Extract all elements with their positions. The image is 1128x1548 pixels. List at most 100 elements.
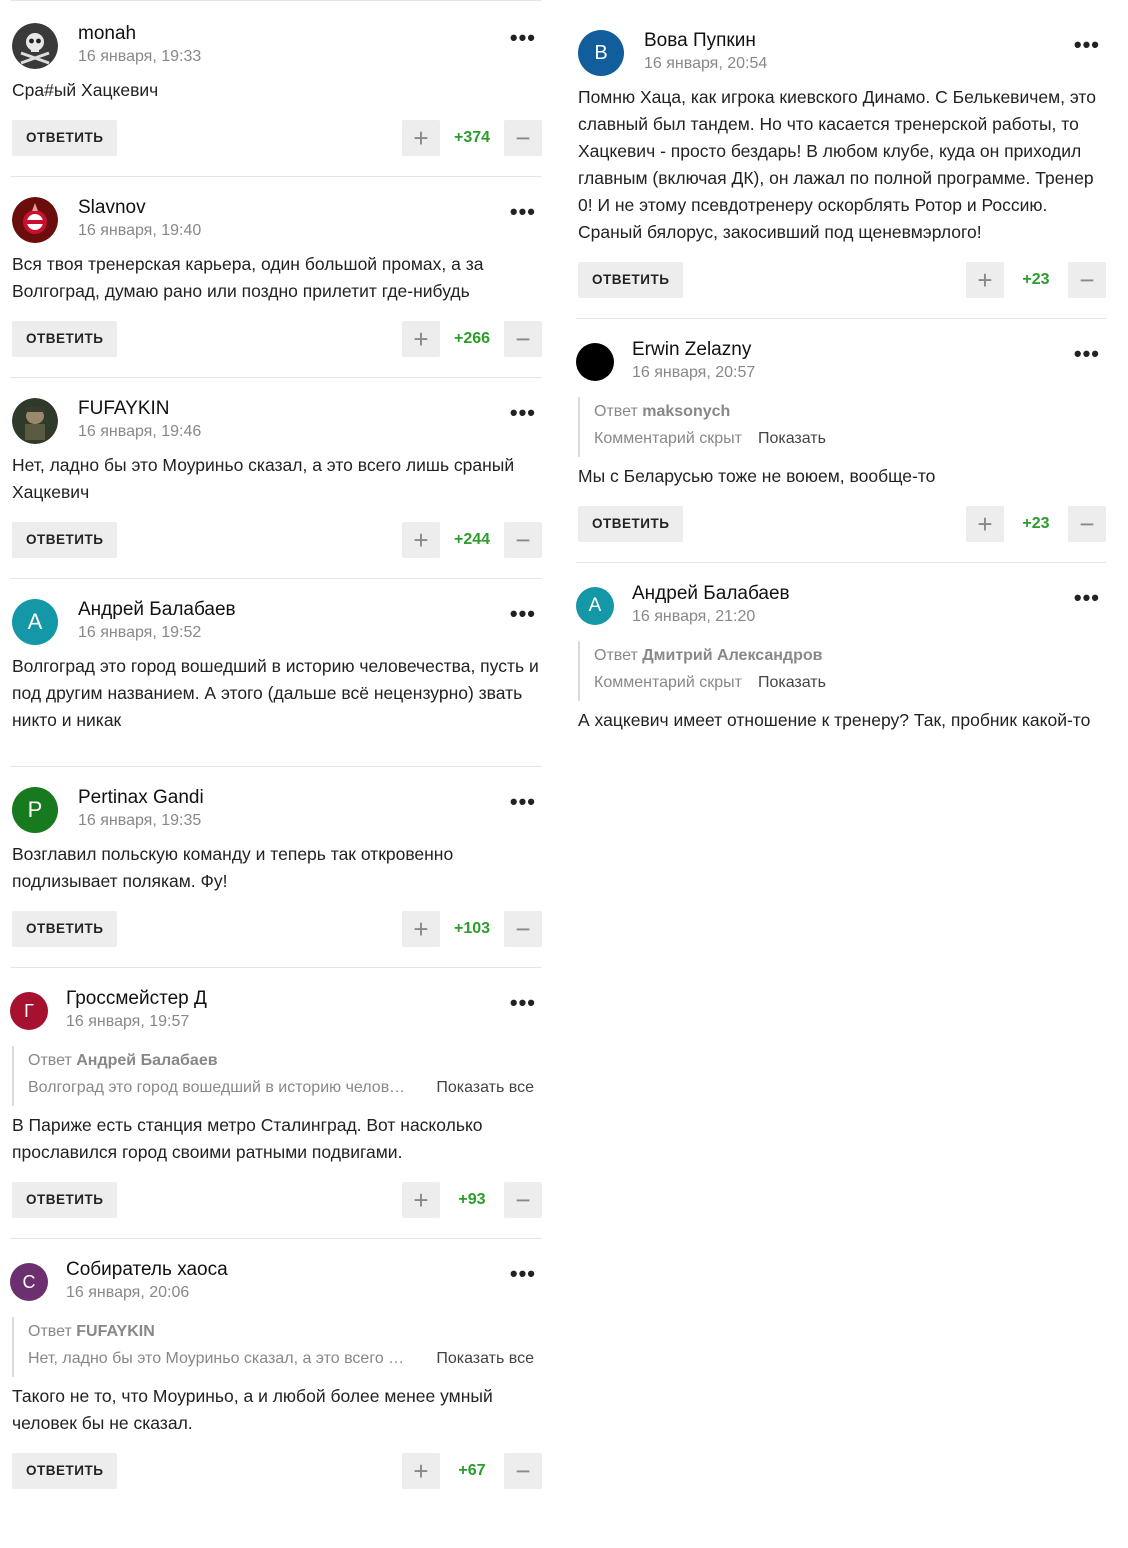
- reply-to-author[interactable]: maksonych: [642, 403, 730, 420]
- comment-text: Возглавил польскую команду и теперь так …: [12, 844, 454, 891]
- comment-text: Помню Хаца, как игрока киевского Динамо.…: [578, 87, 1096, 242]
- comment-text: А хацкевич имеет отношение к тренеру? Та…: [578, 710, 1091, 730]
- comment-author[interactable]: monah: [78, 23, 136, 45]
- spartak-avatar[interactable]: [12, 197, 58, 243]
- downvote-minus-icon[interactable]: −: [504, 1453, 542, 1489]
- comment-author[interactable]: Pertinax Gandi: [78, 787, 204, 809]
- user-avatar[interactable]: В: [578, 30, 624, 76]
- upvote-plus-icon[interactable]: +: [402, 522, 440, 558]
- vote-score: +244: [453, 531, 491, 548]
- comment: В Вова Пупкин 16 января, 20:54 ••• Помню…: [576, 0, 1106, 318]
- comment-text: Сра#ый Хацкевич: [12, 80, 159, 100]
- reply-to-author[interactable]: Дмитрий Александров: [642, 647, 822, 664]
- comment-date: 16 января, 21:20: [632, 608, 756, 625]
- comment-text: Такого не то, что Моуриньо, а и любой бо…: [12, 1386, 493, 1433]
- comment-author[interactable]: Erwin Zelazny: [632, 339, 751, 361]
- user-avatar[interactable]: [576, 343, 614, 381]
- comment-author[interactable]: Андрей Балабаев: [78, 599, 236, 621]
- upvote-plus-icon[interactable]: +: [402, 120, 440, 156]
- comment-text: Волгоград это город вошедший в историю ч…: [12, 656, 539, 730]
- comment-date: 16 января, 19:40: [78, 222, 202, 239]
- reply-button[interactable]: ОТВЕТИТЬ: [12, 911, 118, 947]
- downvote-minus-icon[interactable]: −: [504, 120, 542, 156]
- more-options-icon[interactable]: •••: [510, 27, 536, 49]
- reply-quote: Ответ FUFAYKIN Нет, ладно бы это Моуринь…: [12, 1317, 542, 1377]
- show-link[interactable]: Показать: [758, 430, 826, 447]
- vote-score: +103: [453, 920, 491, 937]
- more-options-icon[interactable]: •••: [510, 201, 536, 223]
- reply-to-label: Ответ: [28, 1052, 72, 1069]
- show-link[interactable]: Показать: [758, 674, 826, 691]
- reply-button[interactable]: ОТВЕТИТЬ: [578, 506, 684, 542]
- reply-to-label: Ответ: [594, 647, 638, 664]
- vote-score: +266: [453, 330, 491, 347]
- reply-button[interactable]: ОТВЕТИТЬ: [12, 120, 118, 156]
- user-avatar[interactable]: А: [576, 587, 614, 625]
- comment-text: Мы с Беларусью тоже не воюем, вообще-то: [578, 466, 936, 486]
- user-avatar[interactable]: С: [10, 1263, 48, 1301]
- downvote-minus-icon[interactable]: −: [504, 522, 542, 558]
- hidden-comment-label: Комментарий скрыт: [594, 430, 742, 447]
- vote-score: +67: [458, 1462, 486, 1479]
- downvote-minus-icon[interactable]: −: [504, 321, 542, 357]
- comment-author[interactable]: Андрей Балабаев: [632, 583, 790, 605]
- comment: А Андрей Балабаев 16 января, 21:20 ••• О…: [576, 562, 1106, 752]
- skull-avatar[interactable]: [12, 23, 58, 69]
- reply-button[interactable]: ОТВЕТИТЬ: [12, 1182, 118, 1218]
- vote-score: +374: [453, 129, 491, 146]
- comment: P Pertinax Gandi 16 января, 19:35 ••• Во…: [10, 766, 542, 967]
- comment: С Собиратель хаоса 16 января, 20:06 ••• …: [10, 1238, 542, 1509]
- show-all-link[interactable]: Показать все: [436, 1074, 534, 1102]
- comment-date: 16 января, 20:57: [632, 364, 756, 381]
- reply-to-label: Ответ: [594, 403, 638, 420]
- downvote-minus-icon[interactable]: −: [504, 1182, 542, 1218]
- reply-quote: Ответ Андрей Балабаев Волгоград это горо…: [12, 1046, 542, 1106]
- user-avatar[interactable]: А: [12, 599, 58, 645]
- comment-date: 16 января, 19:46: [78, 423, 202, 440]
- upvote-plus-icon[interactable]: +: [966, 506, 1004, 542]
- user-avatar[interactable]: P: [12, 787, 58, 833]
- more-options-icon[interactable]: •••: [510, 603, 536, 625]
- comments-column-left: monah 16 января, 19:33 ••• Сра#ый Хацкев…: [10, 0, 542, 1509]
- more-options-icon[interactable]: •••: [1074, 343, 1100, 365]
- reply-button[interactable]: ОТВЕТИТЬ: [578, 262, 684, 298]
- comment: FUFAYKIN 16 января, 19:46 ••• Нет, ладно…: [10, 377, 542, 578]
- comment-author[interactable]: Slavnov: [78, 197, 146, 219]
- user-avatar[interactable]: Г: [10, 992, 48, 1030]
- comment-date: 16 января, 19:35: [78, 812, 202, 829]
- comment: А Андрей Балабаев 16 января, 19:52 ••• В…: [10, 578, 542, 766]
- reply-button[interactable]: ОТВЕТИТЬ: [12, 522, 118, 558]
- comment: monah 16 января, 19:33 ••• Сра#ый Хацкев…: [10, 0, 542, 176]
- downvote-minus-icon[interactable]: −: [504, 911, 542, 947]
- reply-button[interactable]: ОТВЕТИТЬ: [12, 1453, 118, 1489]
- comments-column-right: В Вова Пупкин 16 января, 20:54 ••• Помню…: [576, 0, 1106, 752]
- more-options-icon[interactable]: •••: [510, 791, 536, 813]
- soldier-avatar[interactable]: [12, 398, 58, 444]
- more-options-icon[interactable]: •••: [1074, 34, 1100, 56]
- comment-author[interactable]: FUFAYKIN: [78, 398, 170, 420]
- upvote-plus-icon[interactable]: +: [402, 321, 440, 357]
- more-options-icon[interactable]: •••: [510, 992, 536, 1014]
- upvote-plus-icon[interactable]: +: [966, 262, 1004, 298]
- reply-to-author[interactable]: FUFAYKIN: [76, 1323, 155, 1340]
- upvote-plus-icon[interactable]: +: [402, 1182, 440, 1218]
- upvote-plus-icon[interactable]: +: [402, 1453, 440, 1489]
- comment-date: 16 января, 20:06: [66, 1284, 190, 1301]
- comment-author[interactable]: Гроссмейстер Д: [66, 988, 207, 1010]
- comment-author[interactable]: Собиратель хаоса: [66, 1259, 228, 1281]
- comment-text: Нет, ладно бы это Моуриньо сказал, а это…: [12, 455, 515, 502]
- downvote-minus-icon[interactable]: −: [1068, 506, 1106, 542]
- more-options-icon[interactable]: •••: [1074, 587, 1100, 609]
- more-options-icon[interactable]: •••: [510, 402, 536, 424]
- comment-text: Вся твоя тренерская карьера, один большо…: [12, 254, 484, 301]
- vote-score: +23: [1022, 515, 1050, 532]
- downvote-minus-icon[interactable]: −: [1068, 262, 1106, 298]
- show-all-link[interactable]: Показать все: [436, 1345, 534, 1373]
- comment-text: В Париже есть станция метро Сталинград. …: [12, 1115, 483, 1162]
- more-options-icon[interactable]: •••: [510, 1263, 536, 1285]
- reply-to-label: Ответ: [28, 1323, 72, 1340]
- reply-button[interactable]: ОТВЕТИТЬ: [12, 321, 118, 357]
- upvote-plus-icon[interactable]: +: [402, 911, 440, 947]
- comment-author[interactable]: Вова Пупкин: [644, 30, 756, 52]
- reply-to-author[interactable]: Андрей Балабаев: [76, 1052, 217, 1069]
